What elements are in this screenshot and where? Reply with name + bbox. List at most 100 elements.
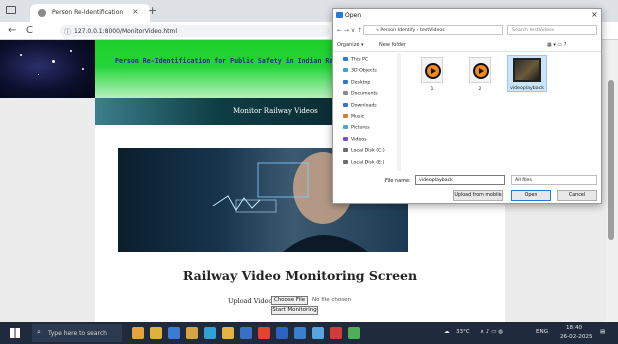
media-file-icon <box>469 57 491 83</box>
tree-item[interactable]: This PC <box>343 57 368 63</box>
taskbar: ⌕ Type here to search ☁ 33°C ∧ ♪ ▭ ◍ ENG… <box>0 322 618 344</box>
file-type-select[interactable]: All files <box>511 175 597 185</box>
taskbar-app-icon[interactable] <box>204 327 216 339</box>
tree-item[interactable]: Videos <box>343 136 367 143</box>
start-icon[interactable] <box>10 328 20 338</box>
dialog-nav-arrows[interactable]: ← → ∨ ↑ <box>337 27 362 34</box>
file-name: 1 <box>430 87 434 92</box>
file-item-selected[interactable]: videoplayback <box>507 55 547 92</box>
browser-tab[interactable]: Person Re-Identification × <box>30 4 150 22</box>
taskbar-app-icon[interactable] <box>294 327 306 339</box>
nav-link-monitor-videos[interactable]: Monitor Railway Videos <box>233 107 318 115</box>
file-name: 2 <box>478 87 482 92</box>
language-indicator[interactable]: ENG <box>536 329 548 335</box>
tray-icons[interactable]: ∧ ♪ ▭ ◍ <box>480 329 503 335</box>
tree-scrollbar[interactable] <box>397 53 401 171</box>
new-tab-button[interactable]: + <box>148 4 157 17</box>
open-button[interactable]: Open <box>511 190 551 201</box>
url-text: 127.0.0.1:8000/MonitorVideo.html <box>74 28 178 35</box>
chrome-icon[interactable] <box>258 327 270 339</box>
taskbar-search-input[interactable]: ⌕ Type here to search <box>32 324 122 342</box>
file-item[interactable]: 2 <box>463 57 497 92</box>
tab-close-icon[interactable]: × <box>132 7 139 16</box>
tree-item-label: Pictures <box>351 125 370 131</box>
clock-date[interactable]: 26-02-2025 <box>560 334 593 340</box>
taskbar-app-icon[interactable] <box>150 327 162 339</box>
tree-item[interactable]: Desktop <box>343 79 371 86</box>
tree-item-label: Desktop <box>351 80 371 86</box>
taskbar-app-icon[interactable] <box>240 327 252 339</box>
star <box>82 68 84 70</box>
start-monitoring-button[interactable]: Start Monitoring <box>271 306 318 315</box>
dialog-path-text: « Person Identify › testVideos <box>376 28 445 33</box>
page-scrollbar-thumb[interactable] <box>608 80 614 240</box>
tab-favicon-icon <box>38 9 46 17</box>
clock-time[interactable]: 18:40 <box>566 325 582 331</box>
dialog-app-icon <box>336 12 343 18</box>
new-folder-button[interactable]: New folder <box>379 42 406 48</box>
media-file-icon <box>421 57 443 83</box>
dialog-path-bar[interactable]: « Person Identify › testVideos <box>363 25 503 35</box>
organize-menu[interactable]: Organize ▾ <box>337 42 364 48</box>
tree-item-label: Local Disk (E:) <box>351 160 385 166</box>
play-icon <box>479 68 484 74</box>
tree-item-label: Downloads <box>351 103 377 109</box>
tree-item[interactable]: Local Disk (C:) <box>343 148 385 154</box>
tree-item-label: Videos <box>351 137 367 143</box>
cancel-button[interactable]: Cancel <box>557 190 597 201</box>
file-explorer-icon[interactable] <box>186 327 198 339</box>
folder-icon <box>343 148 348 153</box>
reload-button[interactable]: C <box>26 25 33 36</box>
tree-item[interactable]: Music <box>343 114 364 120</box>
dialog-close-button[interactable]: × <box>591 10 598 19</box>
header-space-image <box>0 40 95 98</box>
upload-from-mobile-button[interactable]: Upload from mobile <box>453 190 503 201</box>
no-file-text: No file chosen <box>312 297 351 303</box>
tab-title: Person Re-Identification <box>52 9 124 16</box>
taskbar-app-icon[interactable] <box>276 327 288 339</box>
tree-item[interactable]: Pictures <box>343 125 370 131</box>
taskbar-app-icon[interactable] <box>348 327 360 339</box>
site-info-icon[interactable]: ⓘ <box>64 27 71 37</box>
play-icon <box>431 68 436 74</box>
tree-item[interactable]: Downloads <box>343 102 377 109</box>
tree-item-label: Documents <box>351 91 378 97</box>
video-thumbnail <box>513 58 541 82</box>
choose-file-button[interactable]: Choose File <box>271 296 308 305</box>
tree-item[interactable]: Documents <box>343 91 378 97</box>
taskbar-app-icon[interactable] <box>222 327 234 339</box>
url-input[interactable]: ⓘ 127.0.0.1:8000/MonitorVideo.html <box>60 25 330 37</box>
back-button[interactable]: ← <box>8 25 16 36</box>
weather-icon[interactable]: ☁ <box>444 329 450 335</box>
folder-icon <box>343 102 348 107</box>
taskbar-app-icon[interactable] <box>132 327 144 339</box>
folder-icon <box>343 136 348 141</box>
taskbar-app-icon[interactable] <box>330 327 342 339</box>
star <box>20 54 22 56</box>
screen: Person Re-Identification × + ← C ⓘ 127.0… <box>0 0 618 344</box>
star <box>52 60 55 63</box>
dialog-separator <box>333 51 601 52</box>
dialog-search-input[interactable]: Search testVideos <box>507 25 597 35</box>
folder-icon <box>343 68 348 73</box>
file-name-input[interactable]: videoplayback <box>415 175 505 185</box>
tree-item[interactable]: 3D Objects <box>343 68 377 74</box>
folder-icon <box>343 159 348 164</box>
star <box>70 50 72 52</box>
tree-item[interactable]: Local Disk (E:) <box>343 159 385 166</box>
taskbar-app-icon[interactable] <box>168 327 180 339</box>
window-menu-icon[interactable] <box>6 6 16 14</box>
upload-video-label: Upload Video <box>228 297 273 305</box>
notification-icon[interactable]: ▤ <box>600 329 605 335</box>
file-list: 1 2 videoplayback <box>407 53 597 169</box>
taskbar-app-icon[interactable] <box>312 327 324 339</box>
folder-icon <box>343 91 348 96</box>
tree-item-label: 3D Objects <box>351 68 377 74</box>
file-name-label: File name: <box>385 178 411 184</box>
open-file-dialog: Open × ← → ∨ ↑ « Person Identify › testV… <box>332 8 602 204</box>
file-item[interactable]: 1 <box>415 57 449 92</box>
page-heading: Railway Video Monitoring Screen <box>182 268 418 283</box>
weather-temp[interactable]: 33°C <box>456 329 470 335</box>
view-options-icon[interactable]: ▦ ▾ ▭ ? <box>547 42 566 48</box>
taskbar-search-placeholder: Type here to search <box>48 330 107 337</box>
